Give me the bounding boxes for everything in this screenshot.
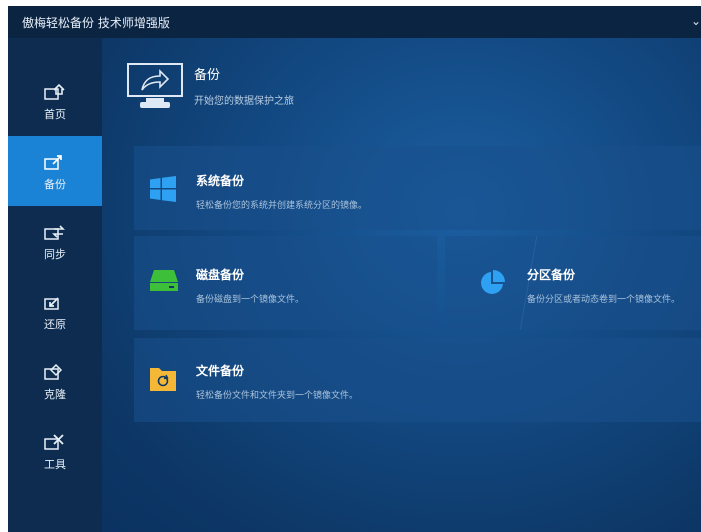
app-window: 傲梅轻松备份 技术师增强版 ⌄ 首页 备份 同步 还原 克隆 工具 备份 开始您… [8,6,701,532]
option-description: 备份分区或者动态卷到一个镜像文件。 [527,295,681,305]
pie-chart-icon [481,270,505,294]
sidebar-item-restore[interactable]: 还原 [8,276,102,346]
sidebar-item-label: 克隆 [44,388,66,401]
sidebar-item-home[interactable]: 首页 [8,66,102,136]
sidebar-item-clone[interactable]: 克隆 [8,346,102,416]
option-title: 系统备份 [196,174,245,188]
option-description: 轻松备份您的系统并创建系统分区的镜像。 [196,201,368,211]
app-title: 傲梅轻松备份 技术师增强版 [22,16,170,30]
clone-icon [44,364,63,380]
folder-icon [150,368,176,391]
sidebar-item-sync[interactable]: 同步 [8,206,102,276]
file-backup-option[interactable]: 文件备份 轻松备份文件和文件夹到一个镜像文件。 [134,338,701,422]
sidebar-item-label: 备份 [44,178,66,191]
option-description: 轻松备份文件和文件夹到一个镜像文件。 [196,391,359,401]
sidebar-item-label: 首页 [44,108,66,121]
sidebar: 首页 备份 同步 还原 克隆 工具 [8,38,102,532]
page-title: 备份 [194,68,221,83]
sidebar-item-backup[interactable]: 备份 [8,136,102,206]
backup-icon [44,155,62,170]
windows-icon [150,176,176,202]
sidebar-item-label: 工具 [44,458,66,471]
sidebar-item-label: 还原 [44,318,66,331]
sync-icon [44,225,65,240]
page-subtitle: 开始您的数据保护之旅 [194,96,294,107]
system-backup-option[interactable]: 系统备份 轻松备份您的系统并创建系统分区的镜像。 [134,146,701,230]
minimize-icon[interactable]: ⌄ [691,14,701,28]
option-title: 文件备份 [196,364,245,378]
main-content: 备份 开始您的数据保护之旅 系统备份 轻松备份您的系统并创建系统分区的镜像。 磁… [102,38,701,532]
home-icon [44,84,65,100]
sidebar-item-label: 同步 [44,248,66,261]
title-bar: 傲梅轻松备份 技术师增强版 ⌄ [8,6,701,38]
option-title: 磁盘备份 [196,268,245,282]
tools-icon [44,434,64,450]
partition-backup-option[interactable]: 分区备份 备份分区或者动态卷到一个镜像文件。 [445,236,701,330]
disk-backup-option[interactable]: 磁盘备份 备份磁盘到一个镜像文件。 [134,236,437,330]
option-description: 备份磁盘到一个镜像文件。 [196,295,305,305]
backup-monitor-icon [127,63,183,108]
disk-icon [150,270,178,291]
option-title: 分区备份 [527,268,576,282]
sidebar-item-tools[interactable]: 工具 [8,416,102,486]
restore-icon [44,297,59,310]
